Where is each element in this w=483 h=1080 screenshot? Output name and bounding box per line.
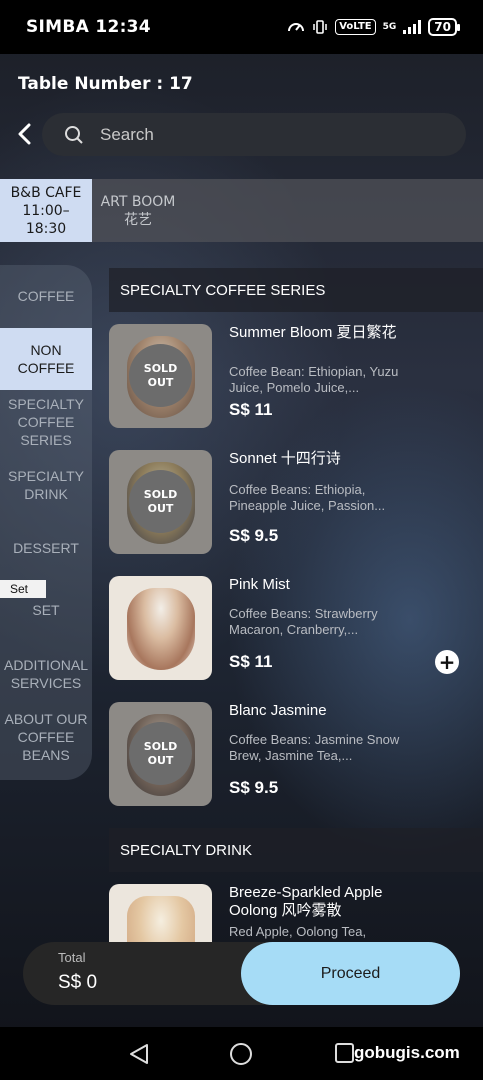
menu-item[interactable]: SOLD OUT Summer Bloom 夏日繁花 Coffee Bean: …	[109, 324, 483, 428]
category-non-coffee[interactable]: NON COFFEE	[0, 328, 92, 390]
item-price: S$ 9.5	[229, 526, 279, 545]
menu-item[interactable]: Pink Mist Coffee Beans: Strawberry Macar…	[109, 576, 483, 680]
drink-glass-image	[127, 896, 195, 944]
system-nav-bar: gobugis.com	[0, 1027, 483, 1080]
item-description: Coffee Bean: Ethiopian, Yuzu Juice, Pome…	[229, 364, 399, 395]
sold-out-badge: SOLD OUT	[129, 344, 192, 407]
store-name: ART BOOM	[100, 193, 176, 210]
total-label: Total	[58, 950, 86, 965]
category-set[interactable]: SET	[0, 601, 92, 619]
item-description: Coffee Beans: Jasmine Snow Brew, Jasmine…	[229, 732, 400, 763]
signal-icon	[403, 20, 422, 34]
item-description: Coffee Beans: Ethiopia, Pineapple Juice,…	[229, 482, 386, 513]
category-coffee[interactable]: COFFEE	[0, 287, 92, 305]
back-button[interactable]	[10, 118, 38, 150]
volte-icon: VoLTE	[335, 19, 376, 35]
store-hours: 11:00–18:30	[22, 202, 70, 237]
item-image: SOLD OUT	[109, 702, 212, 806]
item-name: Sonnet 十四行诗	[229, 450, 341, 467]
section-header: SPECIALTY DRINK	[109, 828, 483, 872]
item-description: Coffee Beans: Strawberry Macaron, Cranbe…	[229, 606, 378, 637]
store-tab-bb-cafe[interactable]: B&B CAFE 11:00–18:30	[0, 179, 92, 242]
category-dessert[interactable]: DESSERT	[0, 539, 92, 557]
item-image	[109, 884, 212, 944]
item-image: SOLD OUT	[109, 450, 212, 554]
category-about-coffee-beans[interactable]: ABOUT OUR COFFEE BEANS	[0, 710, 92, 764]
search-icon	[65, 125, 83, 144]
watermark: gobugis.com	[354, 1043, 460, 1062]
total-value: S$ 0	[58, 972, 98, 993]
item-price: S$ 11	[229, 400, 273, 419]
search-input[interactable]	[100, 124, 420, 145]
carrier-time: SIMBA 12:34	[26, 17, 151, 37]
item-description: Red Apple, Oolong Tea,	[229, 924, 367, 939]
add-to-cart-button[interactable]: +	[435, 650, 459, 674]
nav-back-icon[interactable]	[128, 1042, 150, 1066]
category-specialty-drink[interactable]: SPECIALTY DRINK	[0, 467, 92, 503]
nav-recent-apps-icon[interactable]	[335, 1043, 354, 1063]
network-5g-icon: 5G	[382, 22, 397, 32]
menu-item[interactable]: Breeze-Sparkled Apple Oolong 风吟雾散 Red Ap…	[109, 884, 483, 944]
search-bar[interactable]	[42, 113, 466, 156]
chevron-left-icon	[18, 123, 31, 145]
store-subname: 花艺	[124, 211, 152, 228]
section-header: SPECIALTY COFFEE SERIES	[109, 268, 483, 312]
item-price: S$ 9.5	[229, 778, 279, 797]
item-name: Pink Mist	[229, 576, 290, 593]
store-tabs: B&B CAFE 11:00–18:30 ART BOOM 花艺	[0, 179, 483, 242]
menu-item[interactable]: SOLD OUT Sonnet 十四行诗 Coffee Beans: Ethio…	[109, 450, 483, 554]
proceed-button[interactable]: Proceed	[241, 942, 460, 1005]
sold-out-badge: SOLD OUT	[129, 470, 192, 533]
vibrate-icon	[313, 20, 327, 34]
item-image	[109, 576, 212, 680]
item-name: Blanc Jasmine	[229, 702, 327, 719]
nav-home-icon[interactable]	[230, 1043, 252, 1065]
store-tab-art-boom[interactable]: ART BOOM 花艺	[92, 179, 184, 242]
store-name: B&B CAFE	[10, 184, 82, 201]
battery-icon: 70	[428, 18, 460, 36]
sold-out-badge: SOLD OUT	[129, 722, 192, 785]
category-additional-services[interactable]: ADDITIONAL SERVICES	[0, 656, 92, 692]
item-name: Breeze-Sparkled Apple Oolong 风吟雾散	[229, 884, 383, 919]
drink-glass-image	[127, 588, 195, 670]
item-image: SOLD OUT	[109, 324, 212, 428]
status-icons: VoLTE 5G 70	[287, 18, 460, 36]
item-name: Summer Bloom 夏日繁花	[229, 324, 397, 341]
status-bar: SIMBA 12:34 VoLTE 5G 70	[0, 0, 483, 54]
item-price: S$ 11	[229, 652, 273, 671]
menu-item[interactable]: SOLD OUT Blanc Jasmine Coffee Beans: Jas…	[109, 702, 483, 806]
speedometer-icon	[288, 23, 305, 32]
table-number: Table Number : 17	[18, 74, 193, 94]
category-specialty-coffee-series[interactable]: SPECIALTY COFFEE SERIES	[0, 395, 92, 449]
set-tag-badge: Set	[0, 580, 46, 598]
